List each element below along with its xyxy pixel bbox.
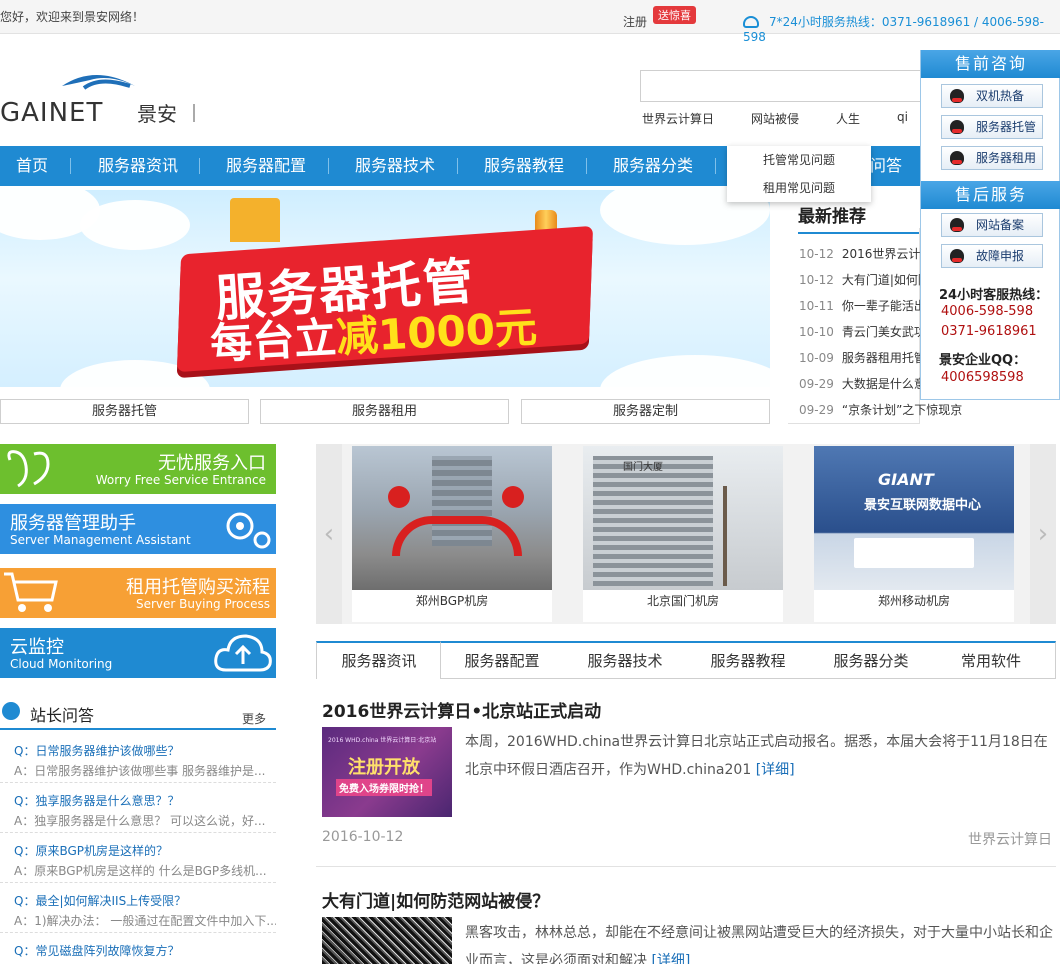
- nav-server-tutorial[interactable]: 服务器教程: [466, 146, 582, 186]
- article-detail-link[interactable]: [详细]: [651, 953, 690, 964]
- hotline-number-1: 4006-598-598: [941, 304, 1034, 319]
- consult-panel: 售前咨询 双机热备 服务器托管 服务器租用 售后服务 网站备案 故障申报 24小…: [920, 50, 1060, 400]
- qq-button-fault[interactable]: 故障申报: [941, 244, 1043, 268]
- banner-tab-rental[interactable]: 服务器租用: [260, 399, 509, 424]
- heart-icon: [7, 450, 50, 488]
- hotword-2[interactable]: 人生: [836, 110, 860, 127]
- nav-server-news[interactable]: 服务器资讯: [80, 146, 196, 186]
- hotword-3[interactable]: qi: [897, 110, 908, 124]
- tab-common-software[interactable]: 常用软件: [929, 643, 1053, 679]
- recommend-item[interactable]: 10-10 青云门美女武功: [799, 323, 924, 349]
- ask-title: 站长问答: [30, 706, 95, 725]
- chat-icon: [2, 702, 20, 720]
- qq-icon: [950, 218, 964, 232]
- carousel-card-zhengzhou-mobile[interactable]: GIANT 景安互联网数据中心 郑州移动机房: [814, 446, 1014, 622]
- ask-question[interactable]: Q：日常服务器维护该做哪些？: [14, 742, 179, 759]
- presale-title: 售前咨询: [921, 50, 1060, 78]
- ask-more-link[interactable]: 更多: [242, 710, 266, 727]
- tab-server-config[interactable]: 服务器配置: [440, 643, 564, 679]
- nav-home[interactable]: 首页: [0, 146, 64, 186]
- article-thumbnail[interactable]: [322, 917, 452, 964]
- hotline-number-2: 0371-9618961: [941, 324, 1037, 339]
- service-buying-process[interactable]: 租用托管购买流程 Server Buying Process: [0, 568, 276, 618]
- gear-icon: [226, 512, 271, 549]
- article-summary: 黑客攻击，林林总总，却能在不经意间让被黑网站遭受巨大的经济损失，对于大量中小站长…: [465, 919, 1055, 964]
- gate-tower-image: [230, 198, 280, 242]
- service-worry-free[interactable]: 无忧服务入口 Worry Free Service Entrance: [0, 444, 276, 494]
- qq-icon: [950, 151, 964, 165]
- gift-badge[interactable]: 送惊喜: [653, 6, 696, 24]
- dropdown-item-rental-faq[interactable]: 租用常见问题: [727, 174, 871, 202]
- recommend-item[interactable]: 10-12大有门道|如何防范网站被侵？: [799, 271, 924, 297]
- qq-icon: [950, 120, 964, 134]
- ask-question[interactable]: Q：最全|如何解决IIS上传受限？: [14, 892, 186, 909]
- ask-question[interactable]: Q：独享服务器是什么意思？？: [14, 792, 179, 809]
- qq-button-filing[interactable]: 网站备案: [941, 213, 1043, 237]
- hotword-1[interactable]: 网站被侵: [751, 110, 799, 127]
- banner[interactable]: 服务器托管 每台立减1000元: [0, 190, 770, 387]
- search-input[interactable]: [640, 70, 930, 102]
- logo-cn: 景安: [137, 102, 177, 126]
- tab-server-category[interactable]: 服务器分类: [809, 643, 933, 679]
- datacenter-photo: [352, 446, 552, 590]
- article-date: 2016-10-12: [322, 829, 404, 845]
- recommend-item[interactable]: 10-122016世界云计算日•北京站正式启动: [799, 245, 924, 271]
- qq-button-dual[interactable]: 双机热备: [941, 84, 1043, 108]
- qq-icon: [950, 249, 964, 263]
- cart-icon: [4, 572, 58, 612]
- register-link[interactable]: 注册: [623, 13, 647, 30]
- qq-icon: [950, 89, 964, 103]
- carousel-next-button[interactable]: ›: [1030, 444, 1056, 624]
- carousel-card-zhengzhou-bgp[interactable]: 郑州BGP机房: [352, 446, 552, 622]
- logo[interactable]: GAINET 景安: [0, 66, 220, 128]
- qq-label: 景安企业QQ：: [939, 353, 1027, 368]
- service-cloud-monitoring[interactable]: 云监控 Cloud Monitoring: [0, 628, 276, 678]
- ask-answer: A：1)解决办法： 一般通过在配置文件中加入下...: [14, 914, 276, 928]
- nav-dropdown: 托管常见问题 租用常见问题: [727, 146, 871, 202]
- nav-qa[interactable]: 问答: [866, 146, 906, 186]
- qq-number: 4006598598: [941, 370, 1024, 385]
- article-detail-link[interactable]: [详细]: [756, 762, 795, 778]
- nav-server-tech[interactable]: 服务器技术: [337, 146, 453, 186]
- nav-server-category[interactable]: 服务器分类: [595, 146, 711, 186]
- service-management-assistant[interactable]: 服务器管理助手 Server Management Assistant: [0, 504, 276, 554]
- dropdown-item-hosting-faq[interactable]: 托管常见问题: [727, 146, 871, 174]
- article-tag[interactable]: 世界云计算日: [968, 829, 1052, 849]
- tab-server-news[interactable]: 服务器资讯: [317, 643, 441, 679]
- datacenter-photo: 国门大厦: [583, 446, 783, 590]
- ask-answer: A：日常服务器维护该做哪些事 服务器维护是...: [14, 764, 266, 778]
- phone-icon: [743, 16, 759, 28]
- nav-server-config[interactable]: 服务器配置: [208, 146, 324, 186]
- article-thumbnail[interactable]: 2016 WHD.china 世界云计算日·北京站 注册开放 免费入场券限时抢！: [322, 727, 452, 817]
- carousel-prev-button[interactable]: ‹: [316, 444, 342, 624]
- hotline: 7*24小时服务热线：0371-9618961 / 4006-598-598: [743, 13, 1060, 44]
- tab-server-tutorial[interactable]: 服务器教程: [686, 643, 810, 679]
- aftersale-title: 售后服务: [921, 181, 1060, 209]
- cloud-upload-icon: [214, 634, 272, 672]
- tab-server-tech[interactable]: 服务器技术: [563, 643, 687, 679]
- recommend-item[interactable]: 09-29 “京条计划”之下惊现京: [799, 401, 979, 427]
- qq-button-hosting[interactable]: 服务器托管: [941, 115, 1043, 139]
- hotline-label: 24小时客服热线：: [939, 288, 1049, 303]
- recommend-item[interactable]: 10-11你一辈子能活出多少人生: [799, 297, 924, 323]
- ask-answer: A：独享服务器是什么意思？ 可以这么说，好...: [14, 814, 266, 828]
- ask-question[interactable]: Q：原来BGP机房是这样的？: [14, 842, 168, 859]
- logo-text: GAINET: [0, 98, 103, 126]
- hotline-text: 7*24小时服务热线：0371-9618961 / 4006-598-598: [743, 15, 1044, 44]
- article-title[interactable]: 2016世界云计算日•北京站正式启动: [322, 697, 601, 722]
- recommend-item[interactable]: 10-09服务器租用托管常见问题: [799, 349, 924, 375]
- article-title[interactable]: 大有门道|如何防范网站被侵？: [322, 887, 549, 912]
- ask-question[interactable]: Q：常见磁盘阵列故障恢复方？: [14, 942, 179, 959]
- ask-answer: A：原来BGP机房是这样的 什么是BGP多线机...: [14, 864, 267, 878]
- hotword-0[interactable]: 世界云计算日: [642, 110, 714, 127]
- article-summary: 本周，2016WHD.china世界云计算日北京站正式启动报名。据悉，本届大会将…: [465, 734, 1048, 778]
- recommend-item[interactable]: 09-29大数据是什么意思: [799, 375, 924, 401]
- banner-tab-custom[interactable]: 服务器定制: [521, 399, 770, 424]
- recommend-title: 最新推荐: [798, 207, 866, 227]
- datacenter-photo: GIANT 景安互联网数据中心: [814, 446, 1014, 590]
- qq-button-rental[interactable]: 服务器租用: [941, 146, 1043, 170]
- banner-tab-hosting[interactable]: 服务器托管: [0, 399, 249, 424]
- welcome-text: 您好，欢迎来到景安网络！: [0, 10, 145, 24]
- carousel-card-beijing-guomen[interactable]: 国门大厦 北京国门机房: [583, 446, 783, 622]
